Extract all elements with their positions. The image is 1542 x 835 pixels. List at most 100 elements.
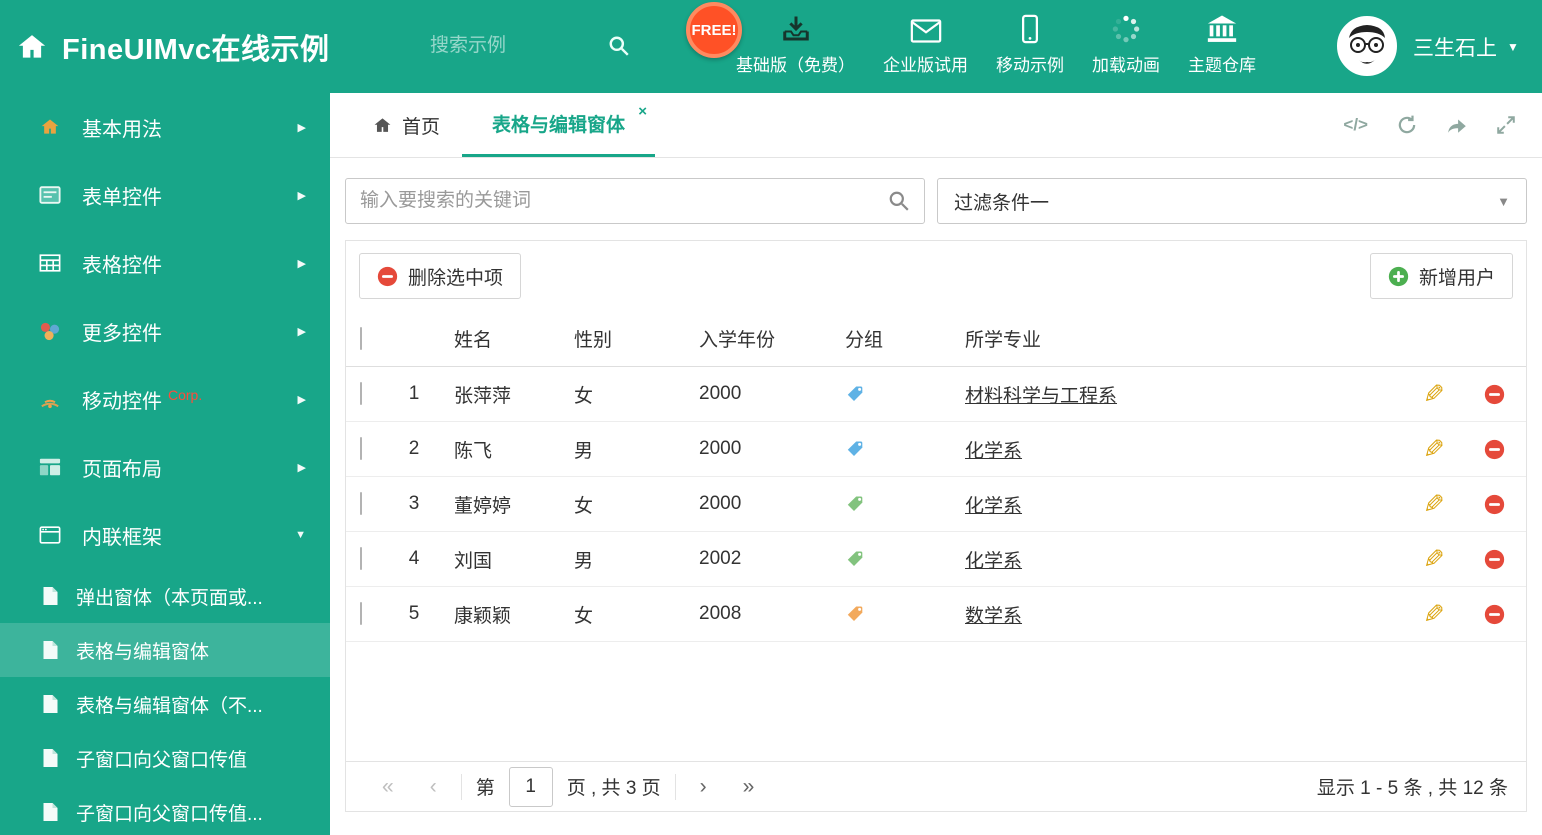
bank-icon <box>1206 10 1238 44</box>
sidebar-item-more-controls[interactable]: 更多控件 ▶ <box>0 297 330 365</box>
delete-selected-button[interactable]: 删除选中项 <box>359 253 522 299</box>
grid-panel: 删除选中项 新增用户 姓名 性别 入学年份 分组 所学专业 1 张萍萍 女 20… <box>345 240 1527 812</box>
major-link[interactable]: 化学系 <box>965 496 1022 517</box>
delete-icon[interactable] <box>1462 384 1526 405</box>
sidebar-item-mobile-controls[interactable]: 移动控件 Corp. ▶ <box>0 365 330 433</box>
column-major[interactable]: 所学专业 <box>947 325 1406 352</box>
row-checkbox[interactable] <box>360 437 362 460</box>
file-icon <box>42 694 60 714</box>
add-user-button[interactable]: 新增用户 <box>1369 253 1513 299</box>
major-link[interactable]: 材料科学与工程系 <box>965 386 1117 407</box>
chevron-right-icon: ▶ <box>297 121 306 134</box>
chevron-right-icon: ▶ <box>297 257 306 270</box>
sidebar-item-basic-usage[interactable]: 基本用法 ▶ <box>0 93 330 161</box>
delete-icon[interactable] <box>1462 604 1526 625</box>
file-icon <box>42 748 60 768</box>
delete-icon[interactable] <box>1462 494 1526 515</box>
chevron-right-icon: ▶ <box>297 393 306 406</box>
row-index: 1 <box>408 383 420 404</box>
chevron-right-icon: ▶ <box>297 461 306 474</box>
select-all-checkbox[interactable] <box>360 326 362 350</box>
close-icon[interactable]: × <box>638 103 647 120</box>
share-icon[interactable] <box>1446 115 1468 135</box>
plus-circle-icon <box>1388 266 1409 287</box>
last-page-button[interactable]: » <box>725 775 773 799</box>
app-header: FineUIMvc在线示例 FREE! 基础版（免费） 企业版试用 移动示例 <box>0 0 1542 93</box>
search-icon[interactable] <box>608 35 630 57</box>
major-link[interactable]: 化学系 <box>965 551 1022 572</box>
expand-icon[interactable] <box>1496 115 1516 135</box>
user-menu[interactable]: 三生石上 ▼ <box>1413 0 1519 93</box>
row-index: 4 <box>408 548 420 569</box>
sidebar-subitem-child-to-parent[interactable]: 子窗口向父窗口传值 <box>0 731 330 785</box>
nav-label: 基础版（免费） <box>736 56 855 75</box>
major-link[interactable]: 数学系 <box>965 606 1022 627</box>
search-icon[interactable] <box>888 190 910 212</box>
filter-dropdown[interactable]: 过滤条件一 ▼ <box>937 178 1527 224</box>
sidebar-subitem-child-to-parent-2[interactable]: 子窗口向父窗口传值... <box>0 785 330 835</box>
cell-name: 张萍萍 <box>454 385 512 407</box>
edit-icon[interactable]: ✎ <box>1423 544 1445 574</box>
nav-label: 加载动画 <box>1092 56 1160 75</box>
source-code-icon[interactable]: </> <box>1343 115 1368 135</box>
signal-icon <box>38 387 62 411</box>
nav-label: 主题仓库 <box>1188 56 1256 75</box>
sidebar-item-form-controls[interactable]: 表单控件 ▶ <box>0 161 330 229</box>
edit-icon[interactable]: ✎ <box>1423 599 1445 629</box>
nav-basic-edition[interactable]: 基础版（免费） <box>722 10 869 76</box>
column-name[interactable]: 姓名 <box>436 325 556 352</box>
keyword-search-input[interactable] <box>360 190 888 212</box>
nav-enterprise-trial[interactable]: 企业版试用 <box>869 10 982 76</box>
nav-label: 企业版试用 <box>883 56 968 75</box>
refresh-icon[interactable] <box>1396 114 1418 136</box>
file-icon <box>42 586 60 606</box>
envelope-icon <box>910 10 942 44</box>
tab-home[interactable]: 首页 <box>350 93 462 157</box>
row-checkbox[interactable] <box>360 382 362 405</box>
column-group[interactable]: 分组 <box>827 325 947 352</box>
first-page-button[interactable]: « <box>364 775 412 799</box>
sidebar-item-iframe[interactable]: 内联框架 ▼ <box>0 501 330 569</box>
avatar[interactable] <box>1337 16 1397 76</box>
next-page-button[interactable]: › <box>682 775 725 799</box>
nav-mobile-demo[interactable]: 移动示例 <box>982 10 1078 76</box>
page-number-input[interactable] <box>508 766 553 807</box>
record-summary: 显示 1 - 5 条 , 共 12 条 <box>1316 778 1508 799</box>
minus-circle-icon <box>377 266 398 287</box>
cell-gender: 女 <box>574 385 594 407</box>
edit-icon[interactable]: ✎ <box>1423 489 1445 519</box>
table-row: 4 刘国 男 2002 化学系 ✎ <box>346 532 1526 587</box>
column-gender[interactable]: 性别 <box>556 325 681 352</box>
main-content: 首页 表格与编辑窗体 × </> 输入要搜索的关键词 过滤条件一 ▼ 删除选中项… <box>330 93 1542 835</box>
delete-icon[interactable] <box>1462 439 1526 460</box>
tab-bar: 首页 表格与编辑窗体 × </> <box>330 93 1542 158</box>
edit-icon[interactable]: ✎ <box>1423 434 1445 464</box>
nav-theme-store[interactable]: 主题仓库 <box>1174 10 1270 76</box>
edit-icon[interactable]: ✎ <box>1423 379 1445 409</box>
row-index: 3 <box>408 493 420 514</box>
major-link[interactable]: 化学系 <box>965 441 1022 462</box>
row-checkbox[interactable] <box>360 492 362 515</box>
table-icon <box>38 251 62 275</box>
tab-grid-edit-window[interactable]: 表格与编辑窗体 × <box>462 93 656 157</box>
nav-loading-anim[interactable]: 加载动画 <box>1078 10 1174 76</box>
sidebar-item-page-layout[interactable]: 页面布局 ▶ <box>0 433 330 501</box>
filter-selected-value: 过滤条件一 <box>954 192 1050 214</box>
row-checkbox[interactable] <box>360 602 362 625</box>
delete-icon[interactable] <box>1462 549 1526 570</box>
prev-page-button[interactable]: ‹ <box>412 775 455 799</box>
sidebar-subitem-grid-edit-window-2[interactable]: 表格与编辑窗体（不... <box>0 677 330 731</box>
brand[interactable]: FineUIMvc在线示例 <box>16 0 330 93</box>
row-checkbox[interactable] <box>360 547 362 570</box>
table-row: 2 陈飞 男 2000 化学系 ✎ <box>346 422 1526 477</box>
cell-name: 陈飞 <box>454 440 493 462</box>
sidebar-subitem-popup-window[interactable]: 弹出窗体（本页面或... <box>0 569 330 623</box>
keyword-search <box>345 178 925 224</box>
file-icon <box>42 640 60 660</box>
sidebar-subitem-grid-edit-window[interactable]: 表格与编辑窗体 <box>0 623 330 677</box>
column-year[interactable]: 入学年份 <box>681 325 827 352</box>
header-search-input[interactable] <box>430 35 580 57</box>
cell-gender: 女 <box>574 605 594 627</box>
sidebar-item-grid-controls[interactable]: 表格控件 ▶ <box>0 229 330 297</box>
widgets-icon <box>38 319 62 343</box>
